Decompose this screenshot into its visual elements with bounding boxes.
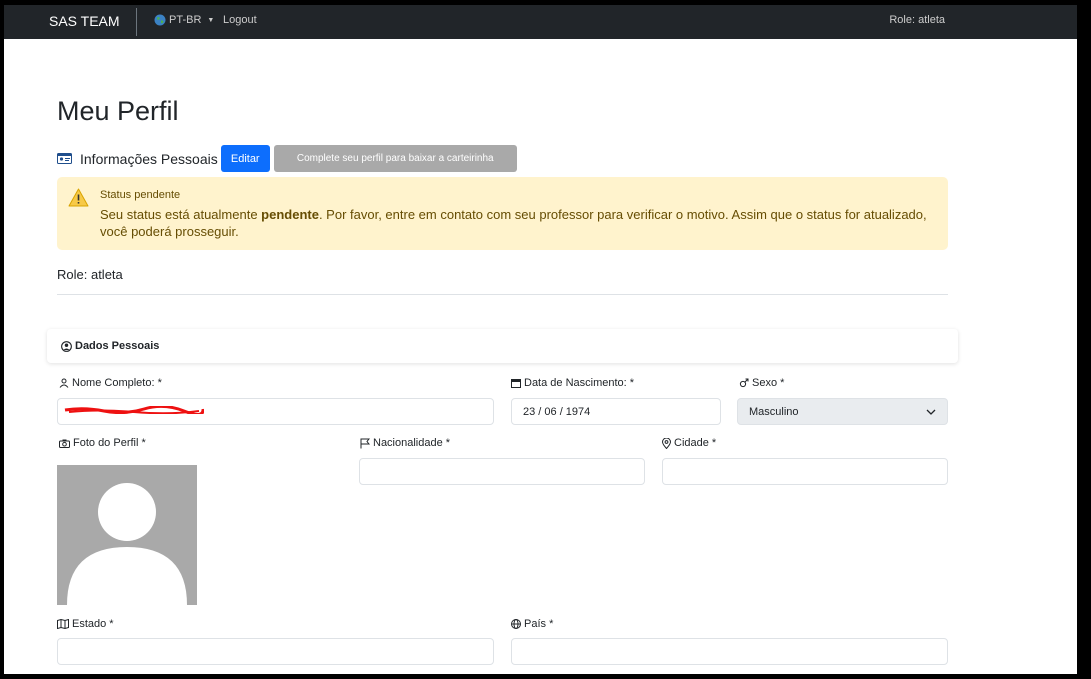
full-name-label-text: Nome Completo: * — [72, 377, 162, 389]
alert-title: Status pendente — [100, 189, 181, 201]
state-field[interactable] — [57, 638, 494, 665]
nationality-label: Nacionalidade * — [360, 437, 450, 449]
logout-link[interactable]: Logout — [223, 14, 257, 26]
chevron-down-icon: ▼ — [207, 16, 215, 24]
download-card-button[interactable]: Complete seu perfil para baixar a cartei… — [273, 145, 517, 172]
redaction-scribble — [64, 406, 204, 414]
brand-link[interactable]: SAS TEAM — [49, 13, 120, 29]
calendar-icon — [511, 378, 521, 388]
city-field[interactable] — [662, 458, 948, 485]
country-field[interactable] — [511, 638, 948, 665]
full-name-field[interactable] — [57, 398, 494, 425]
globe-icon — [154, 14, 166, 26]
gender-icon — [739, 378, 749, 388]
edit-button[interactable]: Editar — [220, 145, 270, 172]
user-icon — [59, 378, 69, 388]
personal-data-card-header: Dados Pessoais — [47, 329, 958, 363]
language-label: PT-BR — [169, 14, 202, 26]
birthdate-value: 23 / 06 / 1974 — [523, 405, 591, 418]
photo-label-text: Foto do Perfil * — [73, 437, 146, 449]
globe-outline-icon — [511, 619, 521, 629]
warning-icon — [68, 188, 89, 207]
map-pin-icon — [662, 437, 671, 449]
chevron-down-icon — [926, 409, 936, 415]
full-name-label: Nome Completo: * — [59, 377, 162, 389]
country-label: País * — [511, 618, 553, 630]
flag-icon — [360, 438, 370, 449]
personal-data-title: Dados Pessoais — [75, 340, 160, 352]
user-circle-icon — [61, 340, 72, 352]
navbar-divider — [136, 8, 137, 36]
state-label: Estado * — [57, 618, 114, 630]
state-label-text: Estado * — [72, 618, 114, 630]
id-card-icon — [57, 153, 72, 164]
birthdate-field[interactable]: 23 / 06 / 1974 — [511, 398, 721, 425]
page-title: Meu Perfil — [57, 96, 179, 126]
sex-label: Sexo * — [739, 377, 784, 389]
language-dropdown[interactable]: PT-BR ▼ — [154, 14, 214, 26]
app-window: SAS TEAM PT-BR ▼ Logout Role: atleta Meu… — [4, 5, 1077, 674]
alert-message-start: Seu status está atualmente — [100, 207, 262, 222]
alert-message: Seu status está atualmente pendente. Por… — [100, 206, 940, 240]
personal-info-header: Informações Pessoais Editar Complete seu… — [57, 145, 517, 172]
birthdate-label-text: Data de Nascimento: * — [524, 377, 635, 389]
sex-select[interactable]: Masculino — [737, 398, 948, 425]
status-alert: Status pendente Seu status está atualmen… — [57, 177, 948, 250]
personal-info-title: Informações Pessoais — [80, 150, 218, 167]
map-icon — [57, 619, 69, 629]
divider — [57, 294, 948, 295]
alert-message-status: pendente — [261, 207, 319, 222]
camera-icon — [59, 439, 70, 448]
photo-label: Foto do Perfil * — [59, 437, 146, 449]
birthdate-label: Data de Nascimento: * — [511, 377, 634, 389]
sex-label-text: Sexo * — [752, 377, 785, 389]
top-navbar: SAS TEAM PT-BR ▼ Logout Role: atleta — [4, 5, 1077, 39]
sex-value: Masculino — [749, 405, 799, 418]
profile-photo-placeholder[interactable] — [57, 465, 197, 605]
navbar-role-text: Role: atleta — [889, 14, 945, 26]
avatar-silhouette-icon — [67, 483, 187, 605]
city-label-text: Cidade * — [674, 437, 717, 449]
role-text: Role: atleta — [57, 267, 123, 282]
country-label-text: País * — [524, 618, 554, 630]
nationality-field[interactable] — [359, 458, 645, 485]
city-label: Cidade * — [662, 437, 716, 449]
nationality-label-text: Nacionalidade * — [373, 437, 451, 449]
